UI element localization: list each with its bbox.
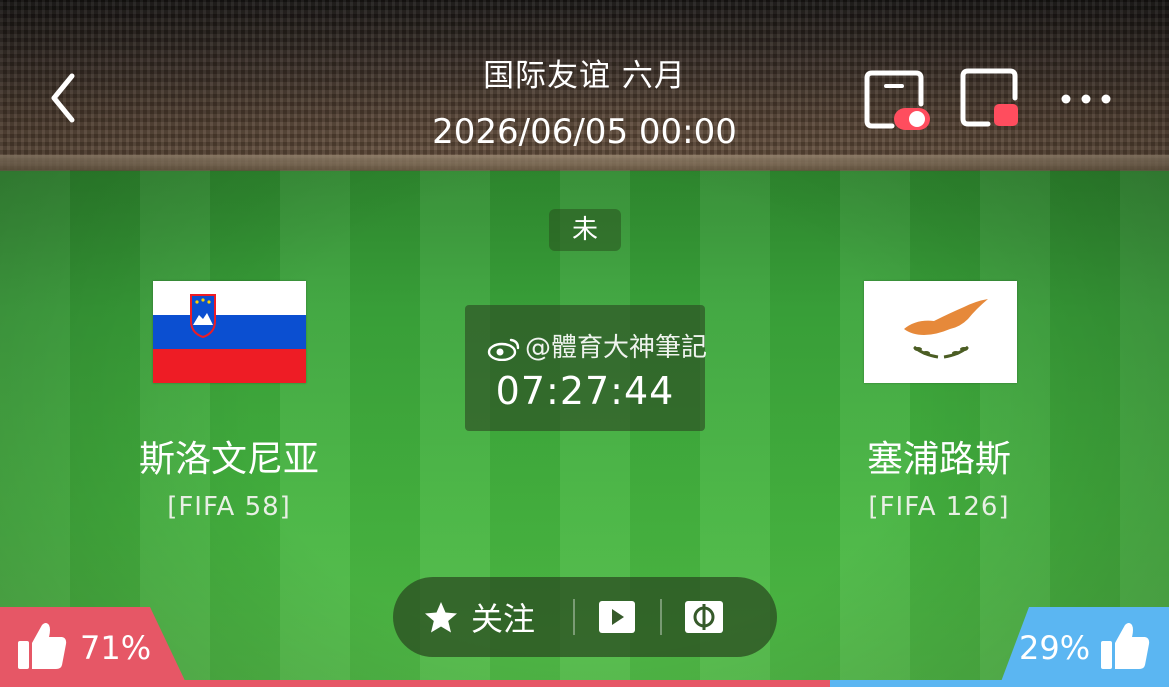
away-support-vote[interactable]: 29% xyxy=(999,607,1169,687)
watermark: @體育大神筆記 xyxy=(487,327,707,364)
pip-toggle-icon xyxy=(864,70,930,130)
star-icon xyxy=(425,602,457,633)
countdown-panel: @體育大神筆記 07:27:44 xyxy=(465,305,707,431)
pip-toggle-button[interactable] xyxy=(862,68,934,132)
play-icon xyxy=(599,601,635,633)
stadium-rail xyxy=(0,155,1169,171)
follow-button[interactable]: 关注 xyxy=(423,577,573,657)
home-team-flag xyxy=(153,281,306,383)
away-team-flag xyxy=(864,281,1017,383)
vote-ratio-bar xyxy=(0,680,1169,687)
weibo-icon xyxy=(487,338,520,361)
float-window-icon xyxy=(960,68,1018,127)
video-button[interactable] xyxy=(599,577,635,657)
watermark-text: @體育大神筆記 xyxy=(525,333,708,363)
countdown-timer: 07:27:44 xyxy=(495,369,675,413)
more-button[interactable] xyxy=(1058,88,1114,110)
home-team[interactable]: 斯洛文尼亚 [FIFA 58] xyxy=(104,430,354,522)
home-team-rank: [FIFA 58] xyxy=(167,492,291,522)
thumbs-up-icon xyxy=(18,623,67,669)
match-header: 国际友谊 六月 2026/06/05 00:00 未 斯洛文尼亚 [FIFA 5… xyxy=(0,0,1169,687)
action-bar: 关注 xyxy=(393,577,777,657)
float-window-button[interactable] xyxy=(958,66,1022,130)
thumbs-up-icon xyxy=(1101,623,1150,669)
follow-label: 关注 xyxy=(471,600,536,638)
home-vote-percent: 71% xyxy=(80,629,152,667)
away-team-rank: [FIFA 126] xyxy=(868,492,1010,522)
animation-button[interactable] xyxy=(685,577,723,657)
away-vote-percent: 29% xyxy=(1019,629,1091,667)
away-team-name: 塞浦路斯 xyxy=(866,439,1011,480)
match-status-badge: 未 xyxy=(549,209,621,251)
pitch-icon xyxy=(685,601,723,633)
home-team-name: 斯洛文尼亚 xyxy=(138,439,319,480)
more-icon xyxy=(1061,94,1111,104)
away-team[interactable]: 塞浦路斯 [FIFA 126] xyxy=(814,430,1064,522)
